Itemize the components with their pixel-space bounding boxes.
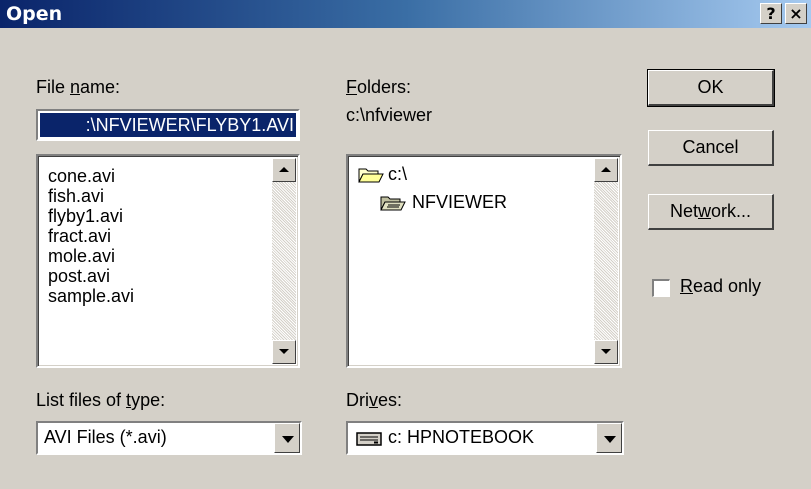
arrow-down-icon — [279, 349, 289, 354]
help-button[interactable]: ? — [760, 3, 782, 24]
folder-label: c:\ — [388, 164, 408, 184]
window-title: Open — [6, 3, 63, 25]
drives-dropdown-button[interactable] — [596, 423, 622, 453]
arrow-up-icon — [279, 167, 289, 172]
network-button[interactable]: Network... — [648, 194, 774, 230]
scroll-up-button[interactable] — [594, 158, 618, 182]
list-item[interactable]: fract.avi — [48, 226, 111, 246]
arrow-down-icon — [601, 349, 611, 354]
filetype-dropdown-button[interactable] — [274, 423, 300, 453]
readonly-checkbox[interactable] — [652, 279, 670, 297]
list-item[interactable]: sample.avi — [48, 286, 134, 306]
close-button[interactable]: × — [785, 3, 807, 24]
title-bar[interactable]: Open ? × — [0, 0, 811, 28]
filetype-select[interactable]: AVI Files (*.avi) — [36, 421, 302, 455]
drives-select[interactable]: c: HPNOTEBOOK — [346, 421, 624, 455]
drives-label: Drives: — [346, 390, 403, 410]
ok-button[interactable]: OK — [647, 69, 775, 107]
list-item[interactable]: fish.avi — [48, 186, 104, 206]
filetype-value: AVI Files (*.avi) — [44, 427, 167, 447]
list-item[interactable]: flyby1.avi — [48, 206, 123, 226]
list-item[interactable]: cone.avi — [48, 166, 115, 186]
readonly-label[interactable]: Read only — [680, 276, 761, 297]
scroll-up-button[interactable] — [272, 158, 296, 182]
filename-input[interactable]: :\NFVIEWER\FLYBY1.AVI — [36, 109, 300, 141]
list-item[interactable]: mole.avi — [48, 246, 115, 266]
chevron-down-icon — [604, 436, 616, 443]
scroll-down-button[interactable] — [594, 340, 618, 364]
folder-list[interactable]: c:\ NFVIEWER — [346, 154, 622, 368]
open-dialog: Open ? × File name: :\NFVIEWER\FLYBY1.AV… — [0, 0, 811, 489]
cancel-button[interactable]: Cancel — [648, 130, 774, 166]
current-folder-path: c:\nfviewer — [346, 105, 433, 125]
folder-list-scrollbar[interactable] — [594, 158, 618, 364]
file-list-scrollbar[interactable] — [272, 158, 296, 364]
drive-icon — [356, 431, 382, 447]
folders-label: Folders: — [346, 77, 412, 97]
folder-label: NFVIEWER — [412, 192, 508, 212]
scroll-down-button[interactable] — [272, 340, 296, 364]
arrow-up-icon — [601, 167, 611, 172]
open-folder-icon — [358, 166, 384, 184]
list-item[interactable]: post.avi — [48, 266, 110, 286]
open-folder-icon — [380, 194, 406, 212]
filename-value: :\NFVIEWER\FLYBY1.AVI — [40, 113, 296, 137]
filetype-label: List files of type: — [36, 390, 166, 410]
drives-value: c: HPNOTEBOOK — [388, 427, 535, 447]
filename-label: File name: — [36, 77, 121, 97]
chevron-down-icon — [282, 436, 294, 443]
file-list[interactable]: cone.avi fish.avi flyby1.avi fract.avi m… — [36, 154, 300, 368]
